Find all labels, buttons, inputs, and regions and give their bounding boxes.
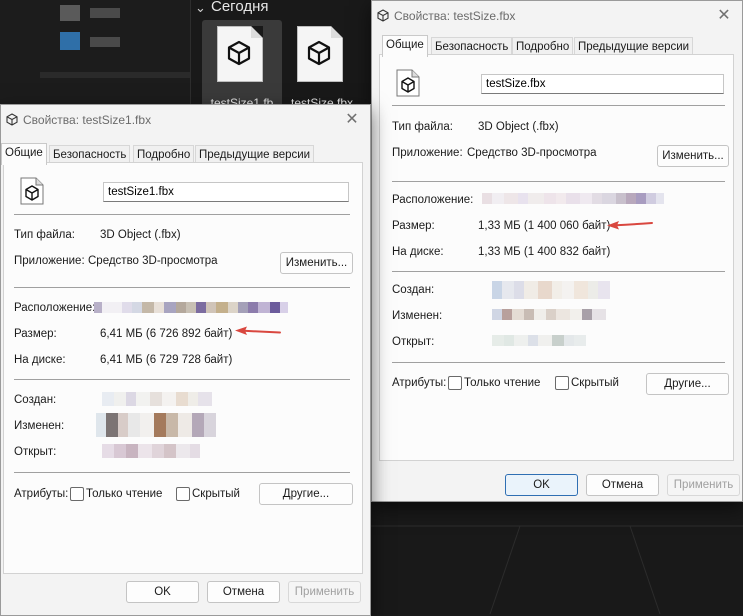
close-button[interactable]: ✕	[342, 110, 362, 130]
location-value-redacted	[94, 302, 288, 313]
app-label: Приложение:	[392, 147, 463, 159]
cancel-button[interactable]: Отмена	[586, 474, 659, 496]
properties-dialog-testsize1[interactable]: Свойства: testSize1.fbx ✕ Общие Безопасн…	[0, 104, 371, 616]
disk-size-label: На диске:	[392, 246, 444, 258]
divider	[14, 472, 350, 473]
blurred-nav-label	[90, 8, 120, 18]
divider	[14, 287, 350, 288]
app-value: Средство 3D-просмотра	[467, 147, 597, 159]
annotation-arrow-icon	[607, 221, 653, 230]
readonly-checkbox-label[interactable]: Только чтение	[464, 377, 540, 389]
created-value-redacted	[492, 281, 610, 299]
advanced-attributes-button[interactable]: Другие...	[646, 373, 729, 395]
location-label: Расположение:	[392, 194, 474, 206]
fbx-file-icon	[396, 69, 420, 97]
dialog-title: Свойства: testSize.fbx	[394, 9, 516, 23]
created-value-redacted	[102, 392, 212, 406]
app-label: Приложение:	[14, 255, 85, 267]
modified-label: Изменен:	[392, 310, 443, 322]
opened-label: Открыт:	[14, 446, 57, 458]
cube-icon	[6, 113, 18, 126]
blurred-nav-icon	[60, 32, 80, 50]
readonly-checkbox[interactable]	[448, 376, 462, 390]
divider	[14, 379, 350, 380]
navigation-pane	[0, 0, 190, 110]
cube-icon	[377, 9, 389, 22]
chevron-down-icon[interactable]: ⌄	[195, 0, 206, 16]
close-button[interactable]: ✕	[714, 6, 734, 26]
disk-size-label: На диске:	[14, 354, 66, 366]
general-tab-panel: Тип файла: 3D Object (.fbx) Приложение: …	[379, 54, 734, 461]
fbx-file-icon	[297, 26, 343, 82]
opened-value-redacted	[492, 335, 586, 346]
file-name-field[interactable]	[103, 182, 349, 202]
modified-value-redacted	[96, 413, 216, 437]
modified-value-redacted	[492, 309, 606, 320]
created-label: Создан:	[14, 394, 57, 406]
divider	[14, 214, 350, 215]
dialog-titlebar[interactable]: Свойства: testSize.fbx ✕	[372, 1, 742, 31]
location-label: Расположение:	[14, 302, 96, 314]
dialog-titlebar[interactable]: Свойства: testSize1.fbx ✕	[1, 105, 370, 135]
hidden-checkbox-label[interactable]: Скрытый	[192, 488, 240, 500]
disk-size-value: 1,33 МБ (1 400 832 байт)	[478, 246, 611, 258]
size-value: 6,41 МБ (6 726 892 байт)	[100, 328, 233, 340]
readonly-checkbox-label[interactable]: Только чтение	[86, 488, 162, 500]
size-label: Размер:	[392, 220, 435, 232]
blurred-nav-icon	[60, 5, 80, 21]
hidden-checkbox-label[interactable]: Скрытый	[571, 377, 619, 389]
size-value: 1,33 МБ (1 400 060 байт)	[478, 220, 611, 232]
location-value-redacted	[482, 193, 664, 204]
cancel-button[interactable]: Отмена	[207, 581, 280, 603]
disk-size-value: 6,41 МБ (6 729 728 байт)	[100, 354, 233, 366]
size-label: Размер:	[14, 328, 57, 340]
file-type-label: Тип файла:	[392, 121, 453, 133]
apply-button[interactable]: Применить	[667, 474, 740, 496]
attributes-label: Атрибуты:	[392, 377, 447, 389]
divider	[392, 181, 725, 182]
cube-icon	[307, 40, 331, 66]
opened-value-redacted	[102, 444, 200, 458]
advanced-attributes-button[interactable]: Другие...	[259, 483, 353, 505]
file-type-label: Тип файла:	[14, 229, 75, 241]
ok-button[interactable]: OK	[126, 581, 199, 603]
dialog-title: Свойства: testSize1.fbx	[23, 113, 152, 127]
annotation-arrow-icon	[235, 326, 281, 335]
divider	[392, 105, 725, 106]
attributes-label: Атрибуты:	[14, 488, 69, 500]
modified-label: Изменен:	[14, 420, 65, 432]
cube-icon	[227, 40, 251, 66]
tab-general[interactable]: Общие	[382, 35, 428, 57]
fbx-file-icon	[20, 177, 44, 205]
apply-button[interactable]: Применить	[288, 581, 361, 603]
change-app-button[interactable]: Изменить...	[657, 145, 729, 167]
file-type-value: 3D Object (.fbx)	[100, 229, 181, 241]
divider	[392, 271, 725, 272]
readonly-checkbox[interactable]	[70, 487, 84, 501]
blurred-nav-label	[90, 37, 120, 47]
divider	[392, 362, 725, 363]
change-app-button[interactable]: Изменить...	[280, 252, 353, 274]
general-tab-panel: Тип файла: 3D Object (.fbx) Приложение: …	[3, 162, 363, 574]
created-label: Создан:	[392, 284, 435, 296]
opened-label: Открыт:	[392, 336, 435, 348]
fbx-file-icon	[217, 26, 263, 82]
file-type-value: 3D Object (.fbx)	[478, 121, 559, 133]
file-name-field[interactable]	[481, 74, 724, 94]
ok-button[interactable]: OK	[505, 474, 578, 496]
desktop-background-lines	[370, 525, 743, 614]
app-value: Средство 3D-просмотра	[88, 255, 218, 267]
tab-general[interactable]: Общие	[1, 143, 47, 165]
properties-dialog-testsize[interactable]: Свойства: testSize.fbx ✕ Общие Безопасно…	[371, 0, 743, 502]
nav-scroll-track	[40, 72, 190, 78]
group-header[interactable]: Сегодня	[211, 0, 269, 15]
hidden-checkbox[interactable]	[555, 376, 569, 390]
pane-divider	[190, 0, 191, 110]
hidden-checkbox[interactable]	[176, 487, 190, 501]
